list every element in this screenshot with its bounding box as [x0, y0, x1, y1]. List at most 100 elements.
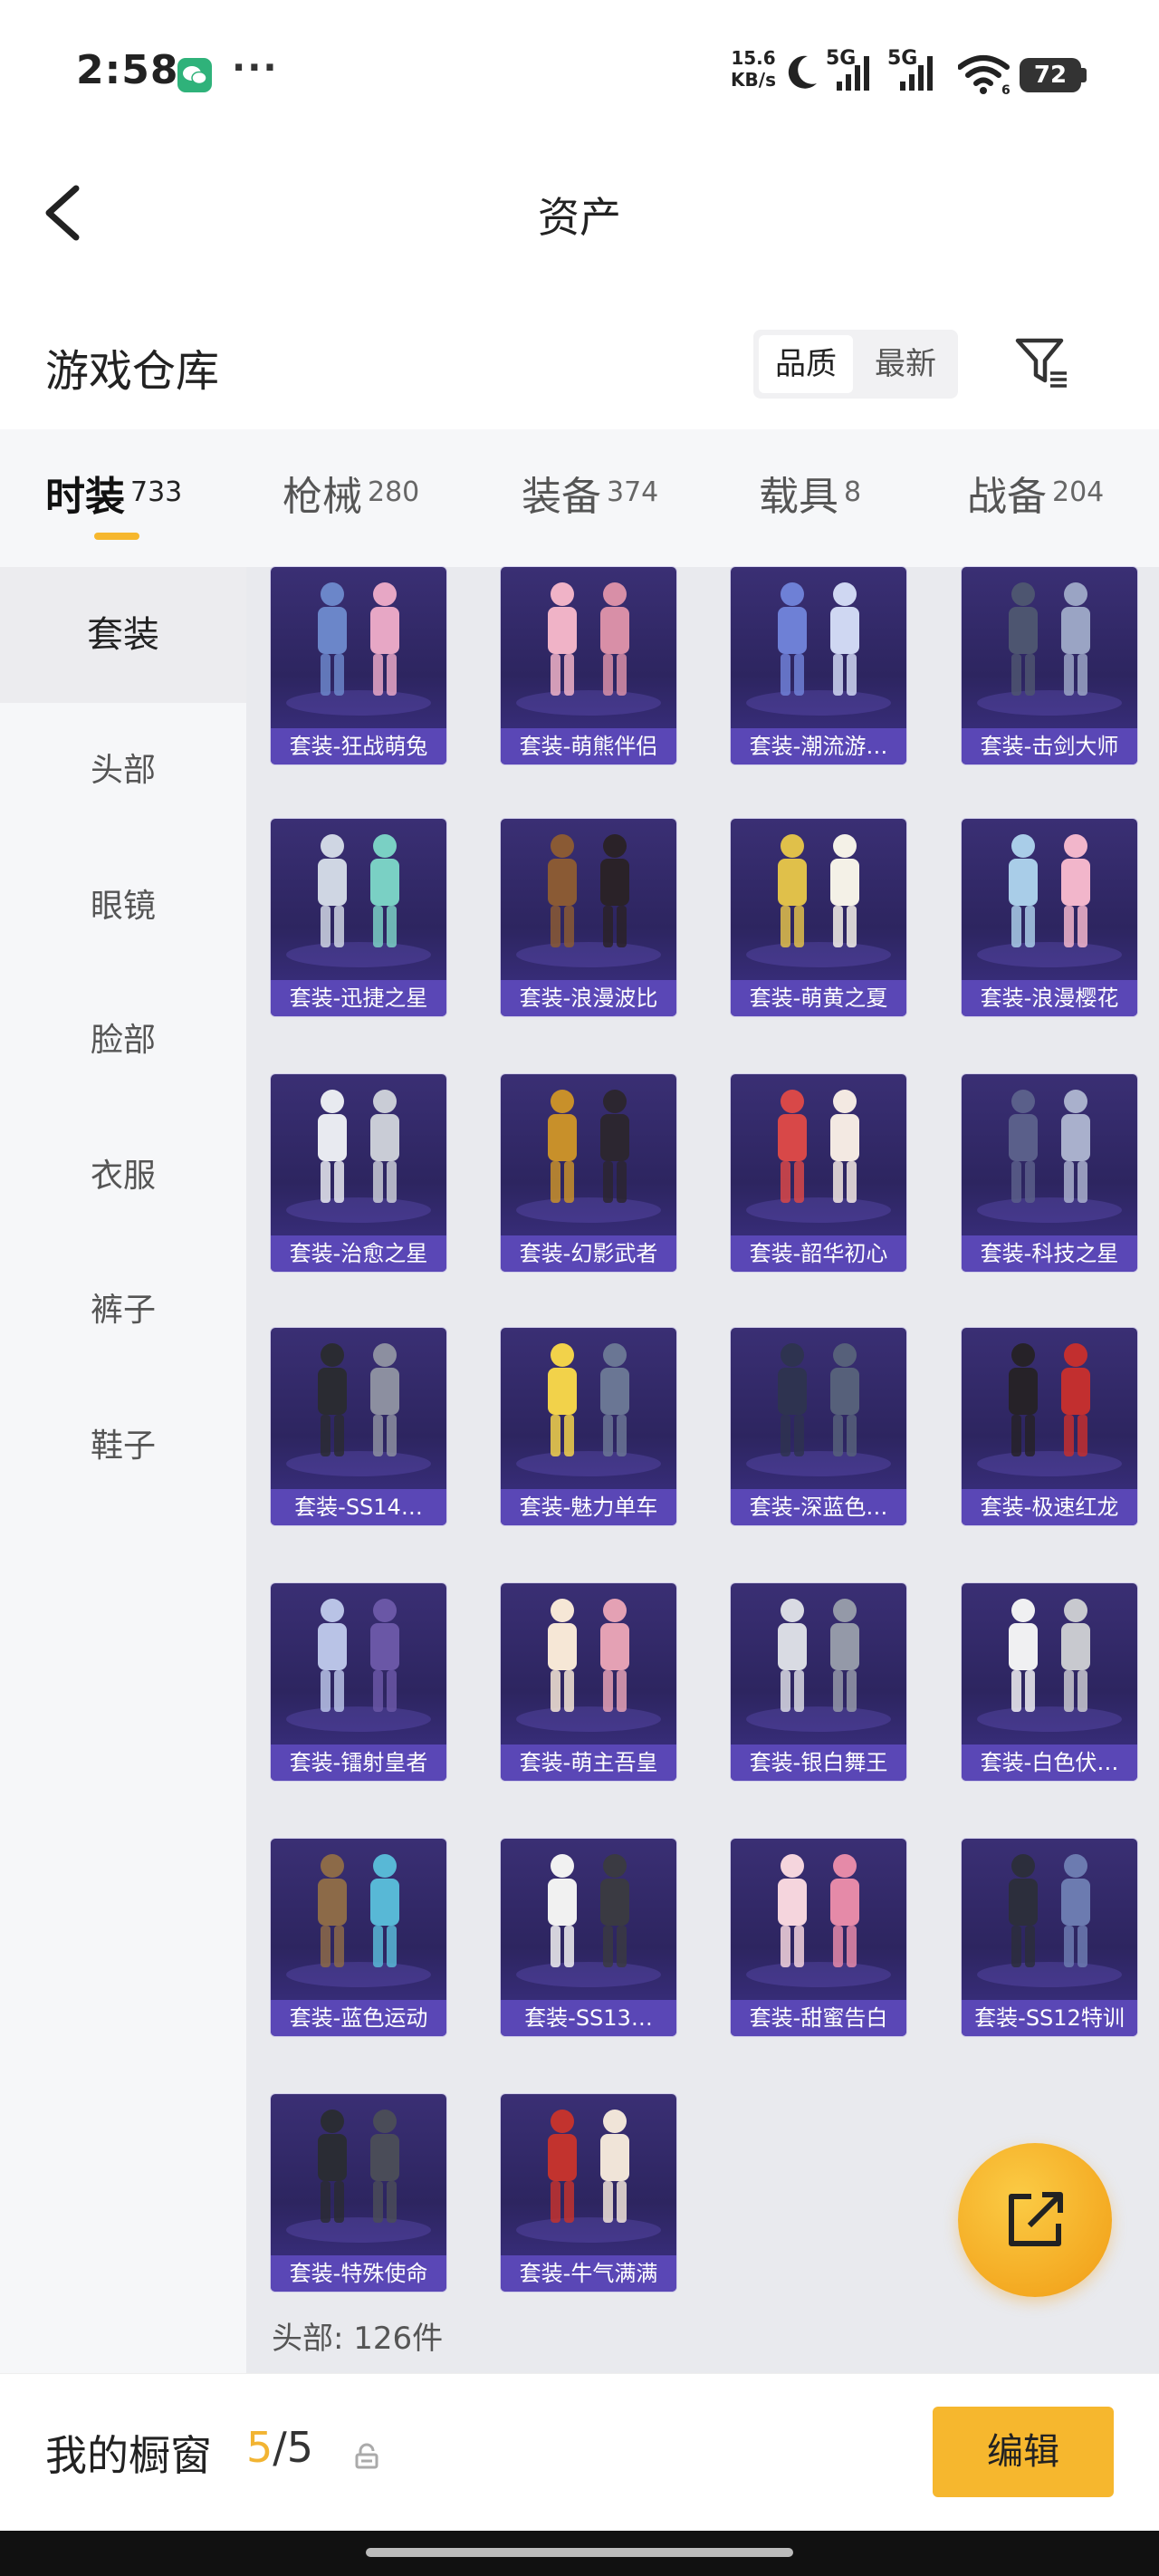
filter-icon[interactable] [1012, 333, 1070, 395]
item-card[interactable]: 套装-牛气满满 [501, 2094, 676, 2292]
tab-equipment[interactable]: 装备 374 [522, 464, 658, 522]
item-card[interactable]: 套装-镭射皇者 [271, 1583, 446, 1781]
outfit-preview-image [516, 1854, 661, 1987]
item-card-label: 套装-镭射皇者 [271, 1745, 446, 1781]
sort-option-quality[interactable]: 品质 [759, 335, 853, 393]
item-card[interactable]: 套装-蓝色运动 [271, 1839, 446, 2036]
item-card[interactable]: 套装-萌黄之夏 [731, 819, 906, 1016]
sidebar-item-glasses[interactable]: 眼镜 [0, 839, 246, 975]
item-card-label: 套装-科技之星 [962, 1235, 1137, 1272]
tab-count: 280 [368, 476, 420, 508]
item-card-label: 套装-韶华初心 [731, 1235, 906, 1272]
item-card[interactable]: 套装-击剑大师 [962, 567, 1137, 764]
tab-label: 装备 [522, 474, 601, 520]
item-card[interactable]: 套装-浪漫波比 [501, 819, 676, 1016]
tab-count: 8 [844, 476, 862, 508]
sidebar-item-outfit[interactable]: 套装 [0, 567, 246, 703]
outfit-preview-image [977, 1343, 1122, 1476]
sidebar-item-pants[interactable]: 裤子 [0, 1243, 246, 1379]
outfit-preview-image [516, 582, 661, 716]
outfit-preview-image [977, 1599, 1122, 1732]
share-button[interactable] [958, 2143, 1112, 2297]
item-card[interactable]: 套装-魅力单车 [501, 1328, 676, 1525]
tab-vehicles[interactable]: 载具 8 [759, 464, 861, 522]
wifi-icon: 6 [957, 54, 1012, 98]
lock-icon [353, 2443, 380, 2474]
outfit-preview-image [977, 1854, 1122, 1987]
home-indicator[interactable] [366, 2548, 793, 2557]
tab-fashion[interactable]: 时装 733 [45, 464, 182, 522]
showcase-label: 我的橱窗 [45, 2431, 212, 2480]
wechat-notification-icon [177, 58, 212, 92]
outfit-preview-image [286, 2110, 431, 2243]
item-card-label: 套装-潮流游… [731, 728, 906, 764]
item-card-label: 套装-魅力单车 [501, 1489, 676, 1525]
item-card[interactable]: 套装-银白舞王 [731, 1583, 906, 1781]
item-card-label: 套装-银白舞王 [731, 1745, 906, 1781]
item-card[interactable]: 套装-SS14… [271, 1328, 446, 1525]
sidebar-item-face[interactable]: 脸部 [0, 973, 246, 1109]
item-card-label: 套装-浪漫樱花 [962, 980, 1137, 1016]
item-card[interactable]: 套装-SS13… [501, 1839, 676, 2036]
tab-count: 204 [1052, 476, 1105, 508]
item-card-label: 套装-深蓝色… [731, 1489, 906, 1525]
item-card[interactable]: 套装-萌熊伴侣 [501, 567, 676, 764]
item-card[interactable]: 套装-萌主吾皇 [501, 1583, 676, 1781]
item-card[interactable]: 套装-韶华初心 [731, 1074, 906, 1272]
item-card-label: 套装-甜蜜告白 [731, 2000, 906, 2036]
outfit-preview-image [516, 1343, 661, 1476]
section-header: 游戏仓库 品质 最新 [0, 308, 1159, 426]
outfit-preview-image [746, 1599, 891, 1732]
outfit-preview-image [746, 582, 891, 716]
item-card-label: 套装-SS12特训 [962, 2000, 1137, 2036]
item-card-label: 套装-蓝色运动 [271, 2000, 446, 2036]
item-card[interactable]: 套装-SS12特训 [962, 1839, 1137, 2036]
item-card[interactable]: 套装-极速红龙 [962, 1328, 1137, 1525]
sidebar-item-clothes[interactable]: 衣服 [0, 1109, 246, 1245]
item-card[interactable]: 套装-狂战萌兔 [271, 567, 446, 764]
outfit-preview-image [286, 834, 431, 967]
status-bar: 2:58 ··· 15.6 KB/s 5G 5G 6 72 [0, 0, 1159, 145]
showcase-bar: 我的橱窗 5/5 编辑 [0, 2373, 1159, 2531]
item-card[interactable]: 套装-白色伏… [962, 1583, 1137, 1781]
tab-label: 枪械 [283, 474, 362, 520]
item-card[interactable]: 套装-特殊使命 [271, 2094, 446, 2292]
outfit-preview-image [977, 834, 1122, 967]
item-card[interactable]: 套装-甜蜜告白 [731, 1839, 906, 2036]
sidebar-item-shoes[interactable]: 鞋子 [0, 1379, 246, 1514]
tab-firearms[interactable]: 枪械 280 [283, 464, 419, 522]
showcase-current: 5 [246, 2423, 273, 2472]
tab-gear[interactable]: 战备 204 [967, 464, 1104, 522]
item-card-label: 套装-治愈之星 [271, 1235, 446, 1272]
outfit-preview-image [286, 1854, 431, 1987]
outfit-preview-image [977, 582, 1122, 716]
outfit-preview-image [746, 1854, 891, 1987]
item-card[interactable]: 套装-迅捷之星 [271, 819, 446, 1016]
item-card[interactable]: 套装-浪漫樱花 [962, 819, 1137, 1016]
network-speed: 15.6 KB/s [726, 47, 781, 91]
item-card-label: 套装-迅捷之星 [271, 980, 446, 1016]
item-card[interactable]: 套装-潮流游… [731, 567, 906, 764]
item-card-label: 套装-击剑大师 [962, 728, 1137, 764]
edit-button[interactable]: 编辑 [933, 2407, 1114, 2497]
showcase-count: 5/5 [246, 2423, 313, 2472]
item-card[interactable]: 套装-深蓝色… [731, 1328, 906, 1525]
wifi-band: 6 [1001, 83, 1011, 94]
item-card-label: 套装-牛气满满 [501, 2255, 676, 2292]
outfit-preview-image [516, 834, 661, 967]
outfit-preview-image [286, 582, 431, 716]
item-card-label: 套装-浪漫波比 [501, 980, 676, 1016]
item-card-label: 套装-萌黄之夏 [731, 980, 906, 1016]
sort-option-newest[interactable]: 最新 [858, 335, 953, 393]
outfit-preview-image [286, 1090, 431, 1223]
tab-label: 战备 [967, 474, 1047, 520]
sidebar-item-head[interactable]: 头部 [0, 703, 246, 839]
item-card-label: 套装-幻影武者 [501, 1235, 676, 1272]
item-card[interactable]: 套装-治愈之星 [271, 1074, 446, 1272]
active-tab-indicator [94, 533, 139, 540]
battery-tip [1081, 68, 1087, 82]
grid-footer-count: 头部: 126件 [272, 2321, 444, 2357]
do-not-disturb-moon-icon [784, 53, 820, 96]
item-card[interactable]: 套装-幻影武者 [501, 1074, 676, 1272]
item-card[interactable]: 套装-科技之星 [962, 1074, 1137, 1272]
